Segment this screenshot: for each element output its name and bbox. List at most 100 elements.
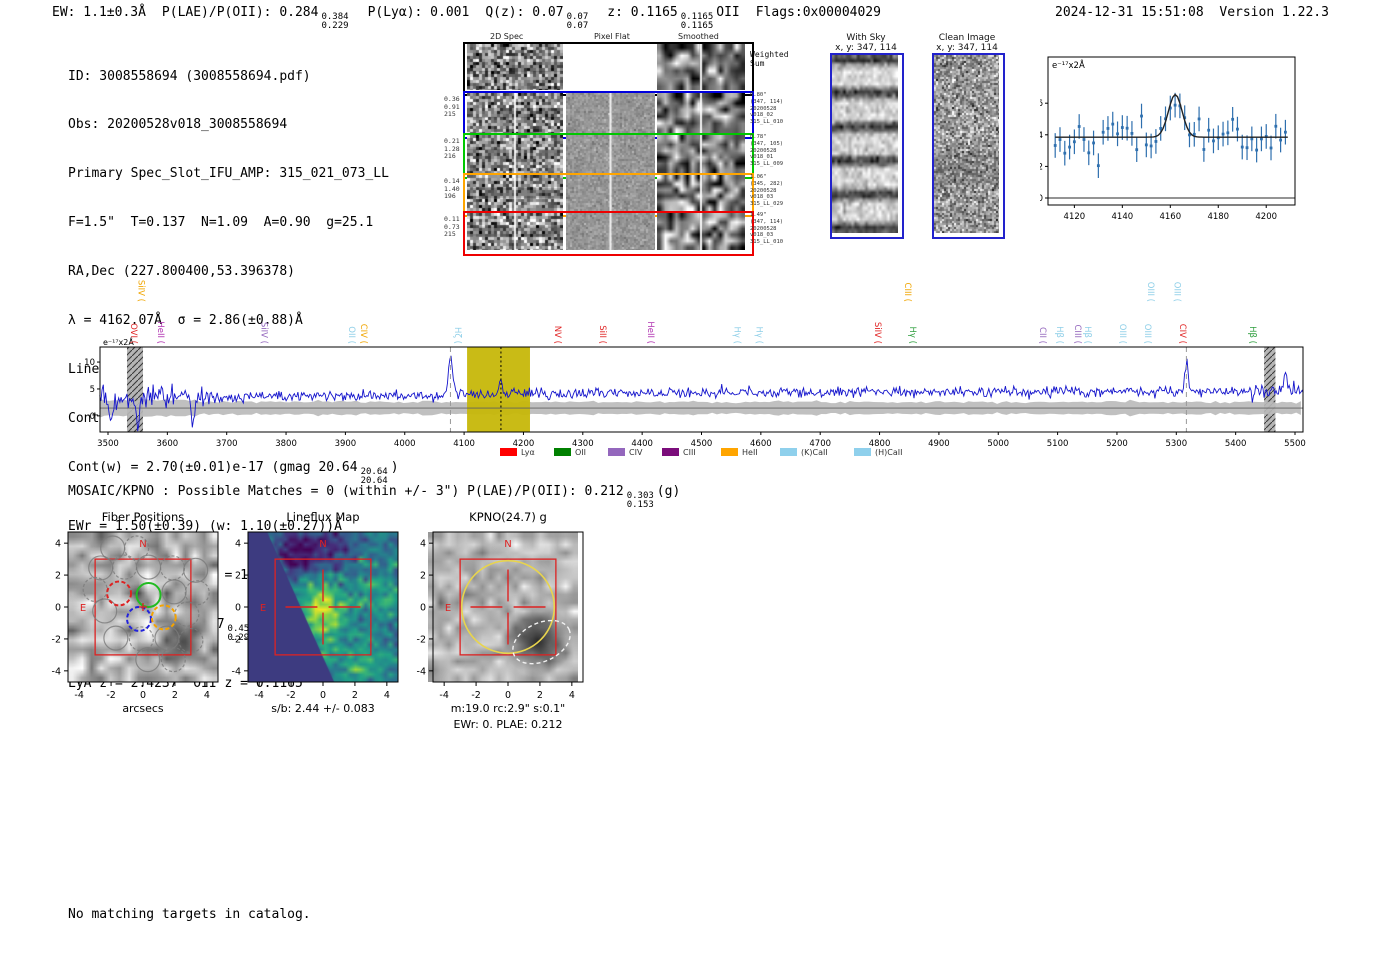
line-id-label: CII ( xyxy=(1037,327,1047,344)
fiber-circle xyxy=(92,598,118,624)
map-x-tick: -2 xyxy=(286,690,295,701)
map-x-tick: -4 xyxy=(74,690,83,701)
clean-image-coords: x, y: 347, 114 xyxy=(936,43,998,53)
fit-x-tick: 4160 xyxy=(1159,212,1181,222)
cutout-row-annotation: 1.49" (347, 114) 20200528 v018_03 315_LL_010 xyxy=(750,212,784,246)
ew-value: EW: 1.1±0.3Å xyxy=(52,5,146,20)
legend-label: CIV xyxy=(629,448,643,457)
map-title: KPNO(24.7) g xyxy=(469,510,547,524)
col-header-2dspec: 2D Spec xyxy=(490,32,524,41)
line-id-label: Hγ ( xyxy=(907,327,917,344)
spec2d-cell xyxy=(467,175,563,211)
line-id-label: SiIV ( xyxy=(259,322,269,344)
spec-x-tick: 5100 xyxy=(1047,439,1069,449)
line-id-label: Hβ ( xyxy=(1054,326,1064,344)
map-y-tick: 0 xyxy=(420,603,426,614)
legend-label: HeII xyxy=(742,448,758,457)
kpno-xlabel-1: m:19.0 rc:2.9" s:0.1" xyxy=(451,702,566,715)
line-id-label: SiIV ( xyxy=(135,280,145,302)
line-id-label: SiII ( xyxy=(597,325,607,344)
map-title: Lineflux Map xyxy=(286,510,359,524)
redshift-value: z: 0.1165 0.1165 0.1165 OII xyxy=(607,5,740,32)
fit-y-tick: 6 xyxy=(1040,99,1043,109)
map-y-tick: 4 xyxy=(420,539,426,550)
line-id-label: CIV ( xyxy=(358,324,368,344)
with-sky-coords: x, y: 347, 114 xyxy=(835,43,897,53)
map-x-tick: -2 xyxy=(471,690,480,701)
legend-swatch xyxy=(662,448,679,456)
east-label: E xyxy=(260,603,266,614)
legend-swatch xyxy=(500,448,517,456)
obs-id: Obs: 20200528v018_3008558694 xyxy=(68,117,288,133)
legend-swatch xyxy=(780,448,797,456)
qz-value: Q(z): 0.07 0.07 0.07 xyxy=(485,5,589,32)
line-id-label: OIII ( xyxy=(1145,282,1155,302)
spec2d-cell xyxy=(467,213,563,250)
line-id-label: SiIV ( xyxy=(872,322,882,344)
legend-label: OII xyxy=(575,448,586,457)
smoothed-cell xyxy=(657,44,745,90)
map-x-tick: 0 xyxy=(320,690,326,701)
spec-y-tick: 10 xyxy=(84,358,95,368)
legend-label: Lyα xyxy=(521,448,535,457)
legend-swatch xyxy=(608,448,625,456)
map-title: Fiber Positions xyxy=(102,510,185,524)
fiber-circle xyxy=(161,579,187,605)
fit-x-tick: 4140 xyxy=(1112,212,1134,222)
spec-x-tick: 4000 xyxy=(394,439,416,449)
smoothed-cell xyxy=(657,175,745,211)
legend-swatch xyxy=(854,448,871,456)
map-x-tick: 2 xyxy=(352,690,358,701)
map-x-tick: -4 xyxy=(254,690,263,701)
pixelflat-cell xyxy=(566,175,655,211)
east-label: E xyxy=(80,603,86,614)
with-sky-image xyxy=(832,55,898,233)
map-y-tick: 4 xyxy=(235,539,241,550)
cutout-row-weights: 0.14 1.40 196 xyxy=(444,177,460,200)
map-y-tick: 4 xyxy=(55,539,61,550)
spec-x-tick: 3900 xyxy=(335,439,357,449)
map-y-tick: -4 xyxy=(232,666,241,677)
header-stats: EW: 1.1±0.3Å P(LAE)/P(OII): 0.284 0.384 0.2… xyxy=(52,5,897,32)
line-id-label: OII ( xyxy=(346,326,356,344)
main-spectrum-svg: 3500 3600 3700 3800 3900 4000 4100 4200 4300 4400… xyxy=(84,280,1306,457)
fit-y-tick: 4 xyxy=(1040,131,1043,141)
spec-x-tick: 3600 xyxy=(157,439,179,449)
fit-x-tick: 4200 xyxy=(1255,212,1277,222)
map-x-tick: 4 xyxy=(384,690,390,701)
line-id-label: NV ( xyxy=(552,326,562,344)
pixelflat-cell xyxy=(566,213,655,250)
map-y-tick: -2 xyxy=(232,634,241,645)
spec-x-tick: 5000 xyxy=(987,439,1009,449)
selected-fiber-circle xyxy=(150,604,177,631)
col-header-smoothed: Smoothed xyxy=(678,32,719,41)
lineflux-xlabel: s/b: 2.44 +/- 0.083 xyxy=(271,702,375,715)
kpno-xlabel-2: EWr: 0. PLAE: 0.212 xyxy=(453,718,562,731)
legend-label: CIII xyxy=(683,448,696,457)
spec-x-tick: 3800 xyxy=(275,439,297,449)
fit-x-tick: 4180 xyxy=(1207,212,1229,222)
aperture-panels-svg: -4 -2 0 2 4 -4 -2 0 2 4 Fiber Positions N Earcsecs -4… xyxy=(52,510,584,731)
line-fit-svg: 4120 4140 4160 4180 4200 0 2 4 6 e⁻¹⁷x2Å xyxy=(1040,56,1296,222)
north-label: N xyxy=(504,539,511,550)
line-id-label: CIII ( xyxy=(902,283,912,302)
smoothed-cell xyxy=(657,213,745,250)
selected-fiber-circle xyxy=(126,606,152,632)
line-id-label: HeII ( xyxy=(645,321,655,344)
qz-err-stack: 0.07 0.07 xyxy=(566,12,589,32)
legend-swatch xyxy=(721,448,738,456)
spec2d-cell xyxy=(467,44,563,90)
header-meta: 2024-12-31 15:51:08 Version 1.22.3 xyxy=(1055,5,1329,20)
map-x-tick: -4 xyxy=(439,690,448,701)
flags-value: Flags:0x00004029 xyxy=(755,5,881,20)
map-y-tick: 2 xyxy=(55,571,61,582)
fit-x-tick: 4120 xyxy=(1064,212,1086,222)
cutout-row-weights: 0.11 0.73 215 xyxy=(444,215,460,238)
map-y-tick: 2 xyxy=(235,571,241,582)
line-id-label: Hγ ( xyxy=(732,327,742,344)
legend-swatch xyxy=(554,448,571,456)
map-y-tick: -2 xyxy=(417,634,426,645)
line-id-label: HeII ( xyxy=(155,321,165,344)
map-y-tick: 0 xyxy=(55,603,61,614)
fit-y-tick: 2 xyxy=(1040,162,1043,172)
